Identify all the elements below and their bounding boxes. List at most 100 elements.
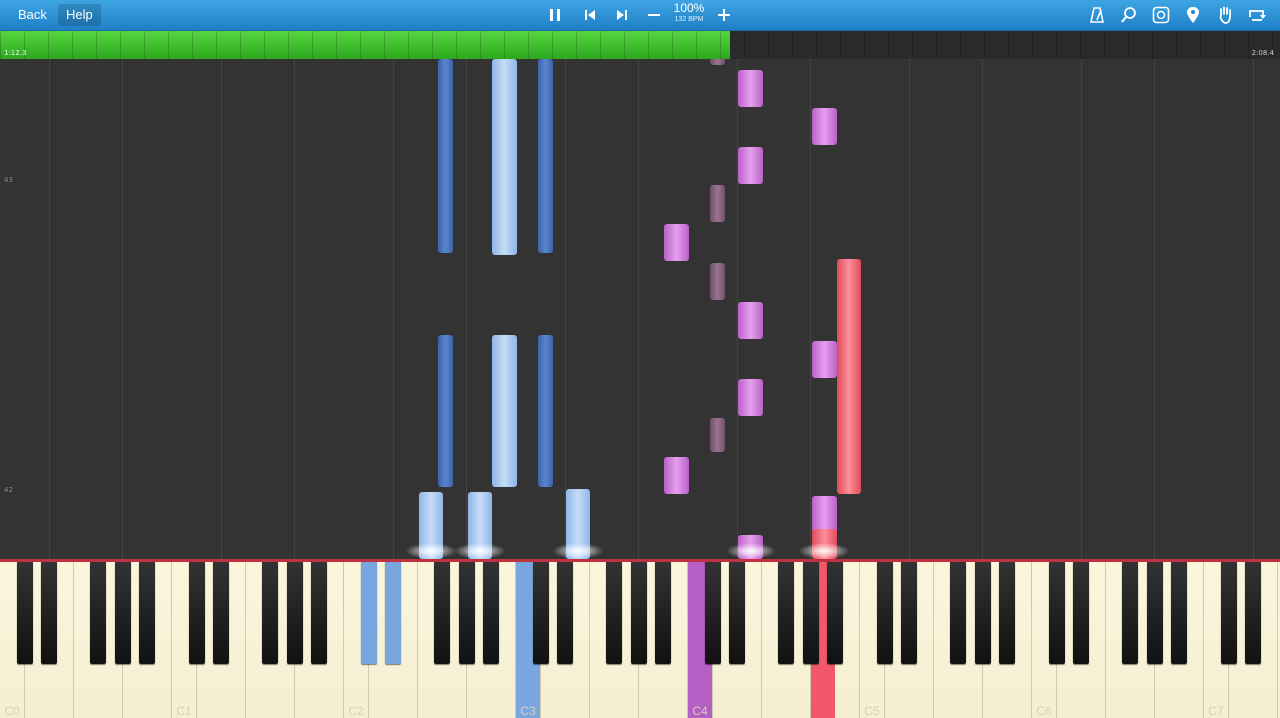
black-key-csharp1[interactable]: [188, 562, 205, 664]
octave-label: C0: [4, 704, 20, 718]
falling-note: [664, 224, 689, 261]
falling-note: [738, 147, 763, 184]
pause-icon[interactable]: [543, 3, 567, 27]
octave-label: C3: [520, 704, 536, 718]
black-key-gsharp1[interactable]: [286, 562, 303, 664]
black-key-dsharp4[interactable]: [729, 562, 746, 664]
loop-icon[interactable]: [1149, 3, 1173, 27]
falling-note: [538, 59, 553, 253]
tempo-bpm: 132 BPM: [674, 16, 704, 23]
grid-line: [810, 59, 811, 559]
tempo-percent: 100%: [673, 1, 705, 15]
black-key-dsharp2[interactable]: [385, 562, 402, 664]
key-hit-glow: [405, 543, 457, 559]
current-time: 1:12.3: [4, 49, 27, 57]
skip-forward-icon[interactable]: [610, 3, 634, 27]
octave-label: C7: [1208, 704, 1224, 718]
grid-line: [982, 59, 983, 559]
search-icon[interactable]: [1117, 3, 1141, 27]
black-key-dsharp1[interactable]: [213, 562, 230, 664]
black-key-gsharp4[interactable]: [802, 562, 819, 664]
grid-line: [294, 59, 295, 559]
grid-line: [565, 59, 566, 559]
falling-note: [438, 59, 453, 253]
help-button[interactable]: Help: [58, 4, 101, 26]
grid-line: [221, 59, 222, 559]
black-key-csharp5[interactable]: [876, 562, 893, 664]
falling-note: [738, 302, 763, 339]
grid-line: [1154, 59, 1155, 559]
black-key-asharp5[interactable]: [999, 562, 1016, 664]
minus-icon[interactable]: [642, 3, 666, 27]
black-key-csharp7[interactable]: [1220, 562, 1237, 664]
black-key-dsharp6[interactable]: [1073, 562, 1090, 664]
key-hit-glow: [552, 543, 604, 559]
black-key-csharp0[interactable]: [16, 562, 33, 664]
plus-icon[interactable]: [712, 3, 736, 27]
black-key-fsharp3[interactable]: [606, 562, 623, 664]
black-key-csharp6[interactable]: [1048, 562, 1065, 664]
tempo-display: 100% 132 BPM: [665, 2, 713, 24]
black-key-csharp3[interactable]: [532, 562, 549, 664]
black-key-fsharp0[interactable]: [90, 562, 107, 664]
measure-label: 42: [4, 486, 13, 494]
black-key-csharp2[interactable]: [360, 562, 377, 664]
toolbar: Back Help 100% 132 BPM: [0, 0, 1280, 31]
metronome-icon[interactable]: [1085, 3, 1109, 27]
rotate-icon[interactable]: [1245, 3, 1269, 27]
falling-note: [710, 418, 725, 452]
black-key-gsharp5[interactable]: [974, 562, 991, 664]
black-key-asharp4[interactable]: [827, 562, 844, 664]
falling-note: [492, 59, 517, 255]
octave-label: C6: [1036, 704, 1052, 718]
key-hit-glow: [726, 543, 776, 559]
black-key-asharp0[interactable]: [139, 562, 156, 664]
black-key-dsharp3[interactable]: [557, 562, 574, 664]
back-button[interactable]: Back: [10, 4, 55, 26]
falling-note: [438, 335, 453, 487]
black-key-dsharp0[interactable]: [41, 562, 58, 664]
falling-note: [812, 108, 837, 145]
progress-bar[interactable]: 1:12.3 2:08.4: [0, 31, 1280, 59]
octave-label: C4: [692, 704, 708, 718]
total-time: 2:08.4: [1251, 49, 1274, 57]
octave-label: C5: [864, 704, 880, 718]
black-key-asharp1[interactable]: [311, 562, 328, 664]
black-key-gsharp3[interactable]: [630, 562, 647, 664]
skip-back-icon[interactable]: [578, 3, 602, 27]
falling-note: [812, 341, 837, 378]
black-key-asharp6[interactable]: [1171, 562, 1188, 664]
grid-line: [122, 59, 123, 559]
marker-icon[interactable]: [1181, 3, 1205, 27]
key-hit-glow: [454, 543, 506, 559]
black-key-gsharp0[interactable]: [114, 562, 131, 664]
black-key-dsharp7[interactable]: [1245, 562, 1262, 664]
grid-line: [909, 59, 910, 559]
octave-label: C2: [348, 704, 364, 718]
black-key-dsharp5[interactable]: [901, 562, 918, 664]
falling-note: [538, 335, 553, 487]
falling-note: [738, 379, 763, 416]
grid-line: [466, 59, 467, 559]
grid-line: [638, 59, 639, 559]
black-key-fsharp1[interactable]: [262, 562, 279, 664]
grid-line: [393, 59, 394, 559]
black-key-gsharp6[interactable]: [1146, 562, 1163, 664]
black-key-csharp4[interactable]: [704, 562, 721, 664]
grid-line: [1081, 59, 1082, 559]
grid-line: [49, 59, 50, 559]
black-key-asharp3[interactable]: [655, 562, 672, 664]
black-key-gsharp2[interactable]: [458, 562, 475, 664]
hand-icon[interactable]: [1213, 3, 1237, 27]
black-key-fsharp2[interactable]: [434, 562, 451, 664]
octave-label: C1: [176, 704, 192, 718]
black-key-fsharp5[interactable]: [950, 562, 967, 664]
black-key-fsharp6[interactable]: [1122, 562, 1139, 664]
falling-note: [710, 59, 725, 65]
black-key-asharp2[interactable]: [483, 562, 500, 664]
measure-label: 43: [4, 176, 13, 184]
piano-keyboard[interactable]: C0 C1 C2 C3 C4 C5 C6 C7: [0, 559, 1280, 718]
falling-note: [738, 70, 763, 107]
black-key-fsharp4[interactable]: [778, 562, 795, 664]
falling-note: [710, 185, 725, 222]
